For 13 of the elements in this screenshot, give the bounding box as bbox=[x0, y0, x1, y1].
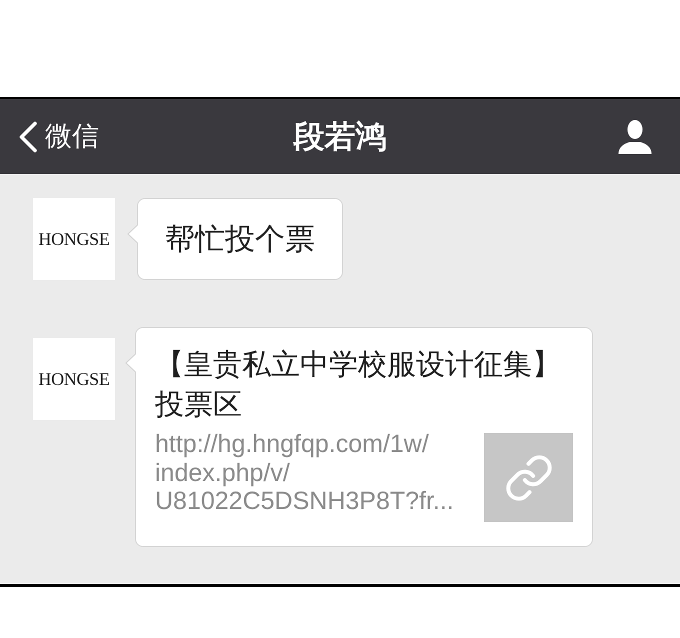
back-chevron-icon bbox=[18, 120, 38, 152]
message-bubble: 帮忙投个票 bbox=[137, 198, 343, 280]
chain-link-icon bbox=[504, 452, 554, 502]
link-card[interactable]: 【皇贵私立中学校服设计征集】投票区 http://hg.hngfqp.com/1w/index.php/v/U81022C5DSNH3P8T?fr... bbox=[135, 327, 593, 547]
chat-title: 段若鸿 bbox=[294, 121, 386, 152]
back-button[interactable]: 微信 bbox=[18, 120, 99, 152]
bubble-tail-icon bbox=[127, 225, 138, 243]
person-icon[interactable] bbox=[618, 120, 652, 154]
avatar-logo[interactable]: HONGSE bbox=[33, 198, 115, 280]
link-title: 【皇贵私立中学校服设计征集】投票区 bbox=[155, 348, 562, 423]
avatar-logo[interactable]: HONGSE bbox=[33, 338, 115, 420]
link-url: http://hg.hngfqp.com/1w/index.php/v/U81022C5DSNH3P8T?fr... bbox=[155, 430, 455, 516]
bubble-tail-icon bbox=[125, 354, 136, 372]
